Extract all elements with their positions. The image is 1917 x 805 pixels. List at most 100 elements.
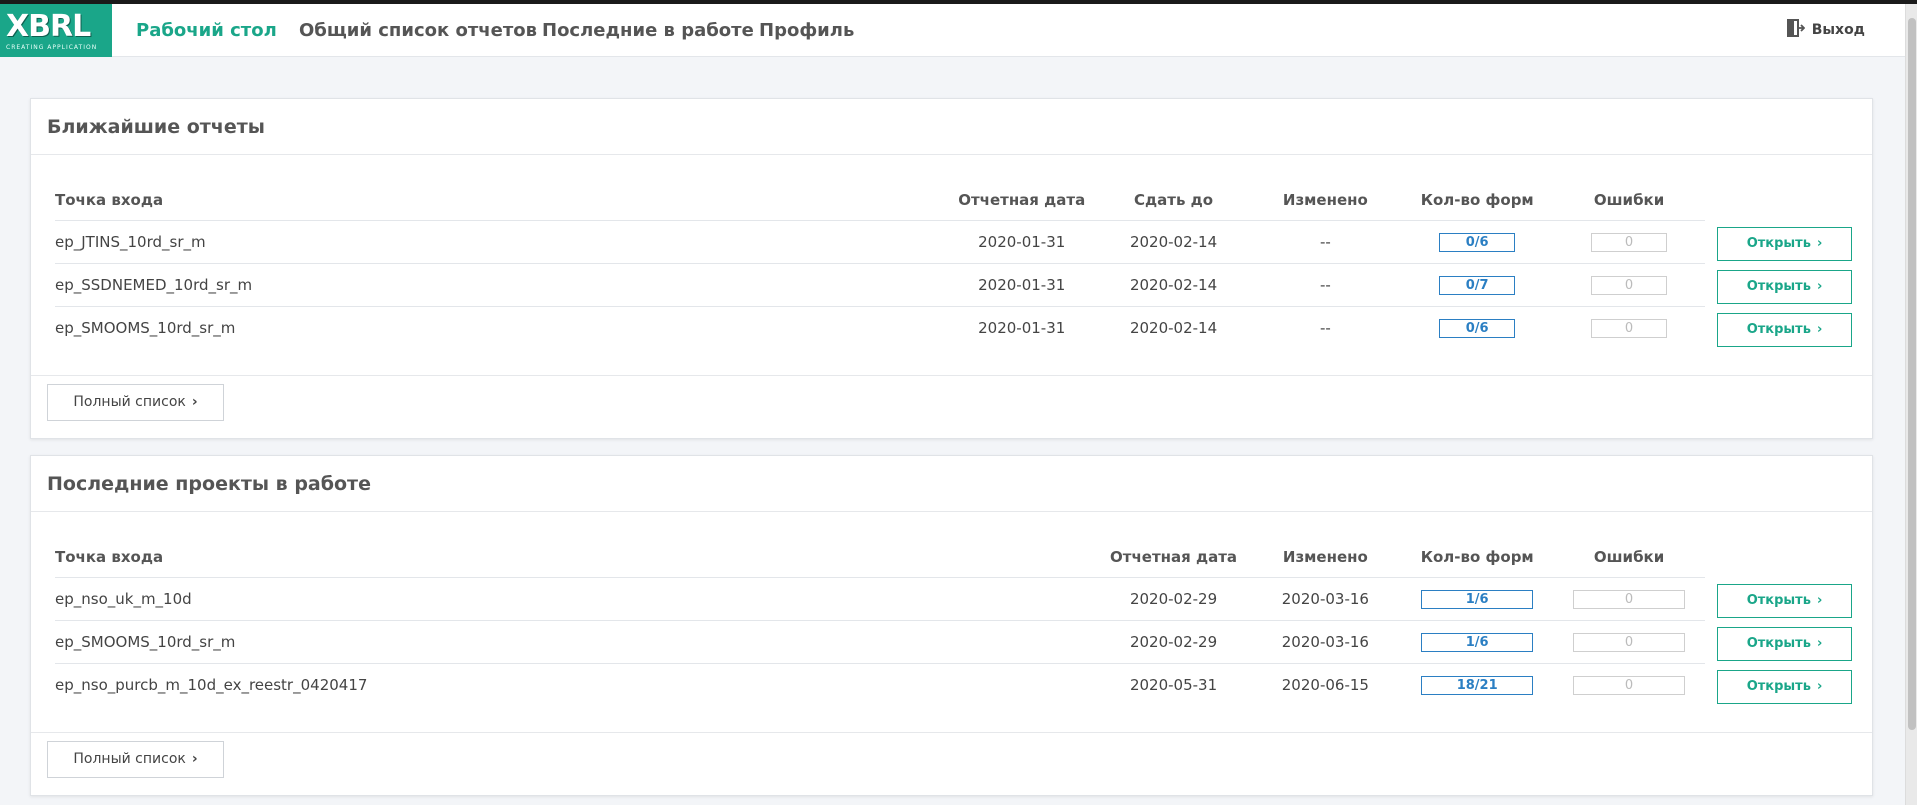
forms-cell: 18/21 bbox=[1401, 663, 1553, 706]
top-navbar: XBRL CREATING APPLICATION Рабочий стол О… bbox=[0, 4, 1905, 57]
open-project-button[interactable]: Открыть › bbox=[1717, 670, 1852, 704]
nearest-reports-title: Ближайшие отчеты bbox=[31, 99, 1872, 155]
entry-point-cell: ep_SMOOMS_10rd_sr_m bbox=[55, 620, 1098, 664]
logout-button[interactable]: Выход bbox=[1786, 4, 1865, 57]
col-forms-count: Кол-во форм bbox=[1401, 538, 1554, 578]
table-row: ep_SMOOMS_10rd_sr_m 2020-02-29 2020-03-1… bbox=[55, 620, 1705, 664]
open-report-button[interactable]: Открыть › bbox=[1717, 313, 1852, 347]
open-report-button[interactable]: Открыть › bbox=[1717, 227, 1852, 261]
recent-projects-card: Последние проекты в работе Точка входа О… bbox=[30, 455, 1873, 796]
changed-cell: -- bbox=[1249, 220, 1402, 264]
chevron-right-icon: › bbox=[1816, 322, 1823, 337]
errors-cell: 0 bbox=[1553, 263, 1705, 307]
nav-item-desktop[interactable]: Рабочий стол bbox=[136, 4, 277, 57]
table-row: ep_nso_purcb_m_10d_ex_reestr_0420417 202… bbox=[55, 663, 1705, 706]
recent-projects-title: Последние проекты в работе bbox=[31, 456, 1872, 512]
due-date-cell: 2020-02-14 bbox=[1129, 318, 1218, 337]
full-list-label: Полный список bbox=[73, 394, 186, 410]
due-date-cell: 2020-02-14 bbox=[1097, 263, 1250, 307]
forms-badge: 0/7 bbox=[1439, 275, 1516, 295]
report-date-cell: 2020-01-31 bbox=[945, 263, 1098, 307]
table-row: ep_nso_uk_m_10d 2020-02-29 2020-03-16 1/… bbox=[55, 577, 1705, 621]
report-date-cell: 2020-01-31 bbox=[945, 220, 1098, 264]
col-entry-point: Точка входа bbox=[55, 538, 1098, 578]
nav-item-all-reports[interactable]: Общий список отчетов bbox=[299, 4, 537, 57]
report-date-cell: 2020-01-31 bbox=[978, 318, 1066, 337]
col-changed: Изменено bbox=[1249, 181, 1402, 221]
table-row: ep_SMOOMS_10rd_sr_m 2020-01-31 2020-02-1… bbox=[55, 306, 1705, 349]
errors-cell: 0 bbox=[1553, 306, 1705, 349]
chevron-right-icon: › bbox=[191, 394, 198, 410]
open-button-label: Открыть bbox=[1746, 279, 1811, 294]
chevron-right-icon: › bbox=[1816, 679, 1823, 694]
errors-cell: 0 bbox=[1553, 620, 1705, 664]
due-date-cell: 2020-02-14 bbox=[1097, 220, 1250, 264]
errors-badge: 0 bbox=[1591, 232, 1668, 252]
open-button-label: Открыть bbox=[1746, 322, 1811, 337]
open-project-button[interactable]: Открыть › bbox=[1717, 627, 1852, 661]
col-changed: Изменено bbox=[1249, 538, 1402, 578]
col-report-date: Отчетная дата bbox=[945, 181, 1098, 221]
changed-cell: -- bbox=[1319, 318, 1331, 337]
open-button-label: Открыть bbox=[1746, 236, 1811, 251]
forms-cell: 1/6 bbox=[1401, 577, 1554, 621]
xbrl-logo[interactable]: XBRL CREATING APPLICATION bbox=[0, 4, 112, 57]
full-list-label: Полный список bbox=[73, 751, 186, 767]
forms-badge: 0/6 bbox=[1439, 232, 1516, 252]
forms-badge: 18/21 bbox=[1421, 675, 1534, 695]
changed-cell: 2020-03-16 bbox=[1249, 577, 1402, 621]
open-project-button[interactable]: Открыть › bbox=[1717, 584, 1852, 618]
col-report-date: Отчетная дата bbox=[1097, 538, 1250, 578]
entry-point-cell: ep_JTINS_10rd_sr_m bbox=[55, 220, 946, 264]
table-row: ep_JTINS_10rd_sr_m 2020-01-31 2020-02-14… bbox=[55, 220, 1705, 264]
nav-item-profile[interactable]: Профиль bbox=[759, 4, 854, 57]
nearest-reports-table: Точка входа Отчетная дата Сдать до Измен… bbox=[55, 181, 1705, 349]
table-header-row: Точка входа Отчетная дата Сдать до Измен… bbox=[55, 181, 1705, 221]
errors-badge: 0 bbox=[1573, 675, 1686, 695]
errors-badge: 0 bbox=[1573, 589, 1686, 609]
col-due-date: Сдать до bbox=[1097, 181, 1250, 221]
forms-badge: 0/6 bbox=[1439, 318, 1516, 338]
logo-text: XBRL bbox=[6, 9, 91, 44]
logo-subtitle: CREATING APPLICATION bbox=[6, 44, 98, 51]
col-errors: Ошибки bbox=[1553, 538, 1705, 578]
forms-cell: 1/6 bbox=[1401, 620, 1554, 664]
forms-cell: 0/6 bbox=[1401, 220, 1554, 264]
forms-badge: 1/6 bbox=[1421, 632, 1534, 652]
changed-cell: 2020-06-15 bbox=[1281, 675, 1369, 694]
nav-item-recent[interactable]: Последние в работе bbox=[542, 4, 754, 57]
errors-badge: 0 bbox=[1591, 275, 1668, 295]
table-header-row: Точка входа Отчетная дата Изменено Кол-в… bbox=[55, 538, 1705, 578]
card-footer-divider bbox=[31, 732, 1872, 733]
forms-cell: 0/7 bbox=[1401, 263, 1554, 307]
col-forms-count: Кол-во форм bbox=[1401, 181, 1554, 221]
open-button-label: Открыть bbox=[1746, 593, 1811, 608]
logout-label: Выход bbox=[1811, 22, 1865, 38]
card-footer-divider bbox=[31, 375, 1872, 376]
chevron-right-icon: › bbox=[1816, 236, 1823, 251]
forms-badge: 1/6 bbox=[1421, 589, 1534, 609]
chevron-right-icon: › bbox=[1816, 593, 1823, 608]
entry-point-cell: ep_SMOOMS_10rd_sr_m bbox=[55, 318, 236, 337]
report-date-cell: 2020-02-29 bbox=[1097, 620, 1250, 664]
table-row: ep_SSDNEMED_10rd_sr_m 2020-01-31 2020-02… bbox=[55, 263, 1705, 307]
page-scrollbar[interactable] bbox=[1905, 4, 1917, 805]
entry-point-cell: ep_nso_uk_m_10d bbox=[55, 577, 1098, 621]
logout-icon bbox=[1786, 19, 1805, 37]
report-date-cell: 2020-02-29 bbox=[1097, 577, 1250, 621]
open-button-label: Открыть bbox=[1746, 679, 1811, 694]
col-errors: Ошибки bbox=[1553, 181, 1705, 221]
col-entry-point: Точка входа bbox=[55, 181, 946, 221]
errors-cell: 0 bbox=[1553, 220, 1705, 264]
chevron-right-icon: › bbox=[1816, 636, 1823, 651]
nearest-reports-card: Ближайшие отчеты Точка входа Отчетная да… bbox=[30, 98, 1873, 439]
changed-cell: 2020-03-16 bbox=[1249, 620, 1402, 664]
full-list-button[interactable]: Полный список › bbox=[47, 384, 224, 421]
full-list-button[interactable]: Полный список › bbox=[47, 741, 224, 778]
open-report-button[interactable]: Открыть › bbox=[1717, 270, 1852, 304]
chevron-right-icon: › bbox=[191, 751, 198, 767]
errors-badge: 0 bbox=[1573, 632, 1686, 652]
scrollbar-thumb[interactable] bbox=[1908, 18, 1916, 730]
chevron-right-icon: › bbox=[1816, 279, 1823, 294]
errors-cell: 0 bbox=[1553, 577, 1705, 621]
